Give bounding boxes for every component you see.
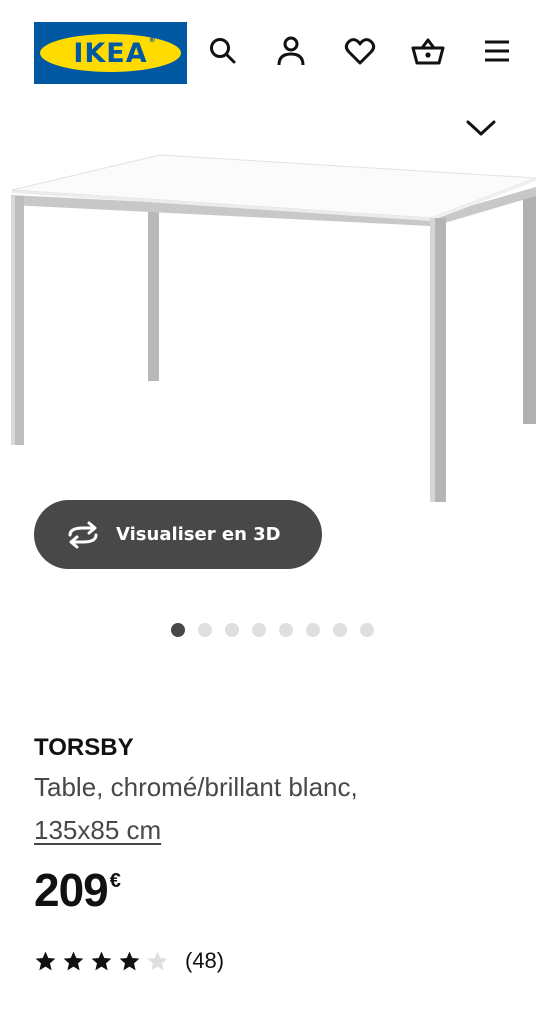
star-empty-icon (147, 950, 168, 970)
visualize-3d-button[interactable]: Visualiser en 3D (34, 500, 322, 569)
carousel-dot[interactable] (198, 623, 212, 637)
carousel-dot[interactable] (252, 623, 266, 637)
favorites-heart-icon[interactable] (343, 34, 377, 68)
logo-registered-mark: ® (148, 35, 157, 44)
review-count: (48) (185, 948, 225, 973)
carousel-dot[interactable] (360, 623, 374, 637)
price-currency: € (109, 870, 121, 892)
star-filled-icon (119, 950, 140, 970)
product-image[interactable] (0, 150, 549, 510)
product-size-link[interactable]: 135x85 cm (34, 815, 161, 846)
rotate-3d-icon (68, 521, 98, 548)
star-filled-icon (63, 950, 84, 970)
carousel-dot[interactable] (225, 623, 239, 637)
rating-stars (34, 950, 169, 973)
menu-hamburger-icon[interactable] (480, 34, 514, 68)
logo-wordmark: IKEA (73, 37, 148, 69)
carousel-dot[interactable] (306, 623, 320, 637)
table-back-right-leg (523, 194, 536, 424)
product-name: TORSBY (34, 734, 134, 761)
star-filled-icon (91, 950, 112, 970)
shopping-basket-icon[interactable] (411, 34, 445, 68)
table-back-left-leg (148, 210, 159, 381)
chevron-down-icon[interactable] (462, 114, 500, 140)
account-icon[interactable] (274, 34, 308, 68)
price-value: 209 (34, 864, 109, 916)
carousel-dot[interactable] (279, 623, 293, 637)
product-page: IKEA ® Visualiser en 3D TORSBY Table, ch… (0, 0, 549, 1024)
star-filled-icon (35, 950, 56, 970)
logo-text: IKEA ® (73, 36, 155, 69)
product-description: Table, chromé/brillant blanc, (34, 772, 358, 802)
visualize-3d-label: Visualiser en 3D (116, 524, 281, 545)
image-carousel-pagination (171, 623, 374, 637)
product-price: 209 € (34, 864, 121, 916)
product-rating[interactable]: (48) (34, 948, 224, 974)
search-icon[interactable] (206, 34, 240, 68)
carousel-dot[interactable] (333, 623, 347, 637)
ikea-logo[interactable]: IKEA ® (34, 22, 187, 84)
carousel-dot[interactable] (171, 623, 185, 637)
logo-oval: IKEA ® (40, 34, 181, 72)
